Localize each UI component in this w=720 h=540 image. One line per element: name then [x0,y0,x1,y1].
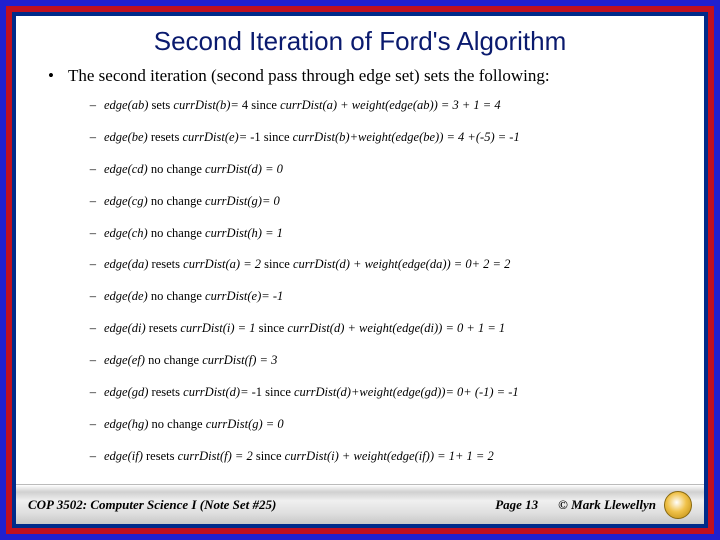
border-inner: Second Iteration of Ford's Algorithm • T… [12,12,708,528]
sub-bullet: –edge(be) resets currDist(e)= -1 since c… [84,129,684,146]
sub-bullet-text: edge(hg) no change currDist(g) = 0 [104,416,284,433]
footer-right: © Mark Llewellyn [558,491,692,519]
dash-icon: – [84,129,96,146]
slide-body: • The second iteration (second pass thro… [16,65,704,484]
border-outer: Second Iteration of Ford's Algorithm • T… [0,0,720,540]
footer-page: Page 13 [475,497,558,513]
dash-icon: – [84,416,96,433]
sub-bullet-text: edge(cd) no change currDist(d) = 0 [104,161,283,178]
sub-bullet-list: –edge(ab) sets currDist(b)= 4 since curr… [44,97,684,465]
sub-bullet: –edge(gd) resets currDist(d)= -1 since c… [84,384,684,401]
sub-bullet-text: edge(de) no change currDist(e)= -1 [104,288,283,305]
bullet-dot: • [44,65,58,87]
slide-footer: COP 3502: Computer Science I (Note Set #… [16,484,704,524]
sub-bullet-text: edge(be) resets currDist(e)= -1 since cu… [104,129,520,146]
sub-bullet-text: edge(da) resets currDist(a) = 2 since cu… [104,256,510,273]
footer-copyright: © Mark Llewellyn [558,497,656,513]
main-bullet: • The second iteration (second pass thro… [44,65,684,87]
border-mid: Second Iteration of Ford's Algorithm • T… [6,6,714,534]
sub-bullet: –edge(if) resets currDist(f) = 2 since c… [84,448,684,465]
sub-bullet-text: edge(di) resets currDist(i) = 1 since cu… [104,320,505,337]
dash-icon: – [84,352,96,369]
dash-icon: – [84,97,96,114]
dash-icon: – [84,256,96,273]
dash-icon: – [84,225,96,242]
dash-icon: – [84,448,96,465]
sub-bullet-text: edge(ab) sets currDist(b)= 4 since currD… [104,97,501,114]
sub-bullet: –edge(da) resets currDist(a) = 2 since c… [84,256,684,273]
sub-bullet: –edge(ab) sets currDist(b)= 4 since curr… [84,97,684,114]
sub-bullet: –edge(ch) no change currDist(h) = 1 [84,225,684,242]
main-bullet-text: The second iteration (second pass throug… [68,65,550,87]
dash-icon: – [84,384,96,401]
footer-left: COP 3502: Computer Science I (Note Set #… [28,497,475,513]
sub-bullet-text: edge(gd) resets currDist(d)= -1 since cu… [104,384,519,401]
slide-content: Second Iteration of Ford's Algorithm • T… [16,16,704,524]
sub-bullet: –edge(de) no change currDist(e)= -1 [84,288,684,305]
sub-bullet-text: edge(cg) no change currDist(g)= 0 [104,193,280,210]
sub-bullet: –edge(cg) no change currDist(g)= 0 [84,193,684,210]
ucf-seal-icon [664,491,692,519]
dash-icon: – [84,320,96,337]
sub-bullet: –edge(ef) no change currDist(f) = 3 [84,352,684,369]
dash-icon: – [84,288,96,305]
dash-icon: – [84,161,96,178]
slide-title: Second Iteration of Ford's Algorithm [16,16,704,65]
sub-bullet: –edge(hg) no change currDist(g) = 0 [84,416,684,433]
sub-bullet-text: edge(ef) no change currDist(f) = 3 [104,352,277,369]
dash-icon: – [84,193,96,210]
sub-bullet-text: edge(if) resets currDist(f) = 2 since cu… [104,448,494,465]
sub-bullet: –edge(di) resets currDist(i) = 1 since c… [84,320,684,337]
sub-bullet: –edge(cd) no change currDist(d) = 0 [84,161,684,178]
sub-bullet-text: edge(ch) no change currDist(h) = 1 [104,225,283,242]
